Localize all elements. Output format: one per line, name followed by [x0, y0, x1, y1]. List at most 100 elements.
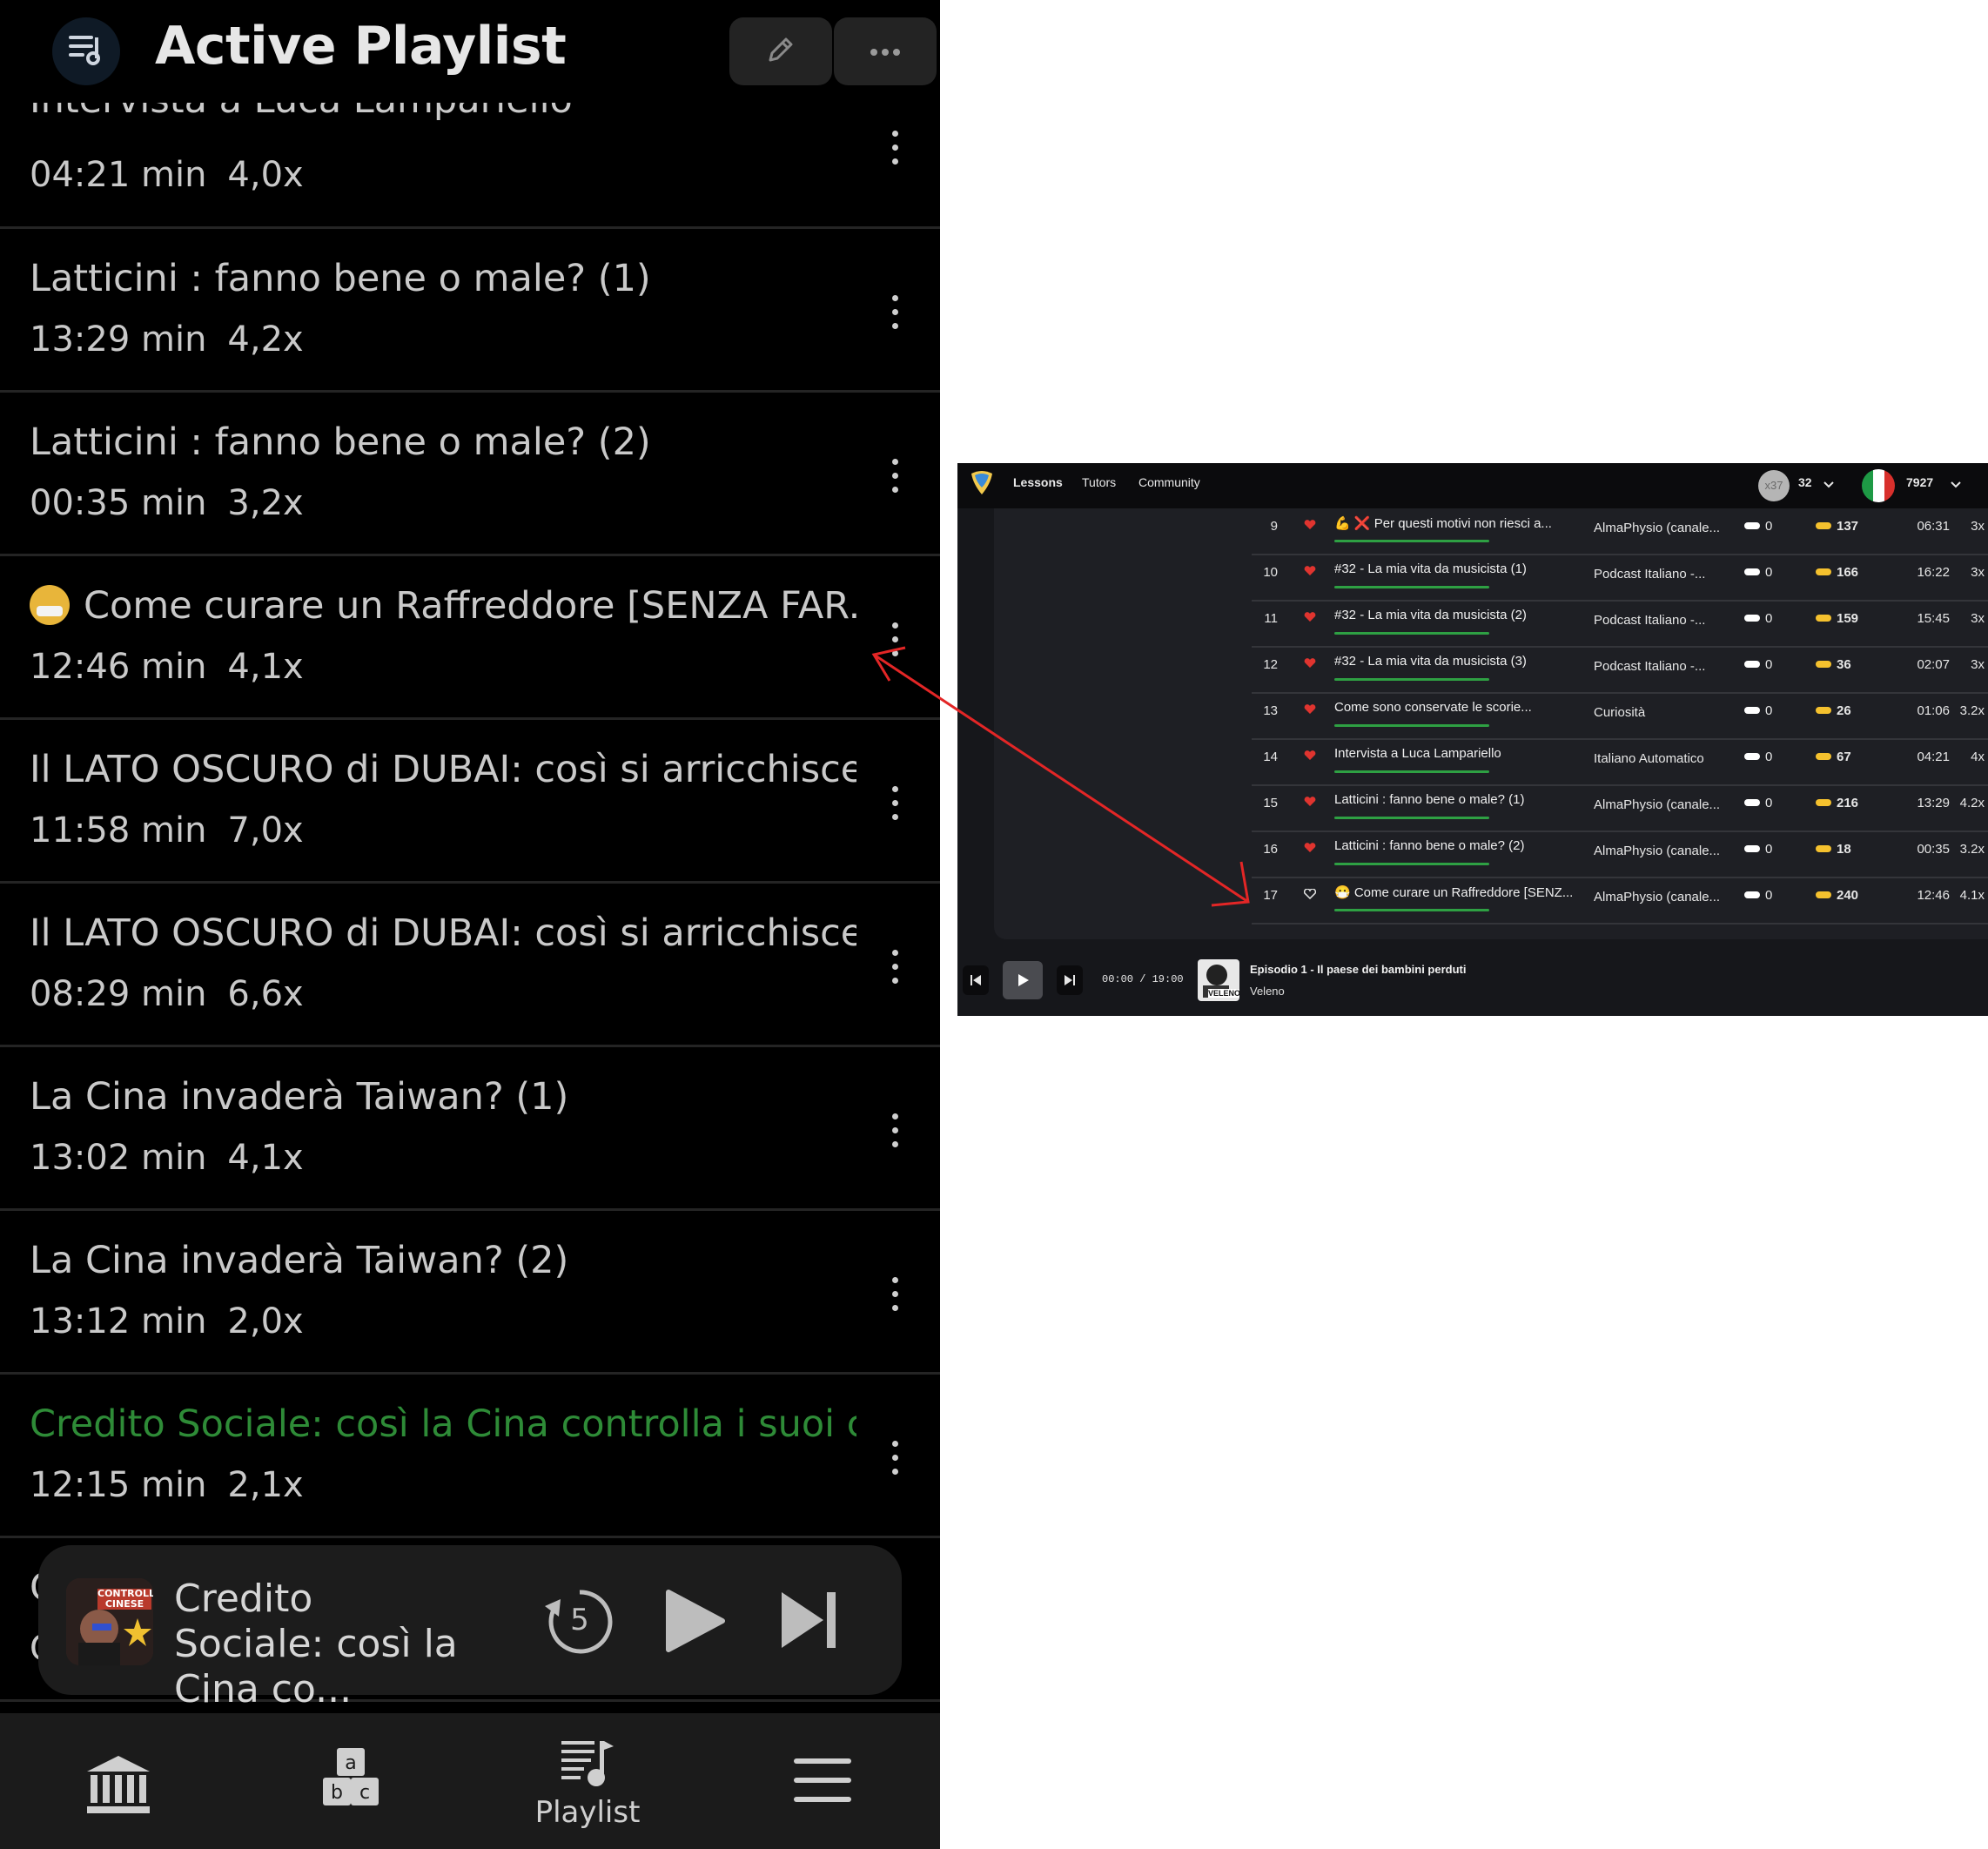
playlist-item[interactable]: Latticini : fanno bene o male? (2) 00:35…: [0, 393, 940, 556]
pill-icon: [1816, 845, 1831, 852]
thumb-label: CONTROLLO CINESE: [97, 1588, 153, 1610]
playlist-item-title: La Cina invaderà Taiwan? (2): [30, 1239, 569, 1282]
lesson-title[interactable]: Latticini : fanno bene o male? (1): [1334, 792, 1578, 807]
progress-underline: [1334, 909, 1489, 911]
pill-icon: [1816, 615, 1831, 622]
lesson-row[interactable]: 16 Latticini : fanno bene o male? (2) Alma…: [1252, 831, 1988, 878]
lesson-source[interactable]: AlmaPhysio (canale...: [1594, 797, 1731, 812]
nav-playlist[interactable]: Playlist: [500, 1713, 675, 1849]
nav-vocabulary[interactable]: a b c: [264, 1713, 438, 1849]
playlist-item[interactable]: Latticini : fanno bene o male? (1) 13:29…: [0, 229, 940, 393]
play-button[interactable]: [665, 1589, 726, 1657]
playlist-item[interactable]: La Cina invaderà Taiwan? (2) 13:12 min 2,…: [0, 1211, 940, 1375]
nav-library[interactable]: [31, 1713, 205, 1849]
lesson-title[interactable]: Latticini : fanno bene o male? (2): [1334, 838, 1578, 853]
lesson-duration: 00:35: [1917, 842, 1950, 857]
playlist-item-meta: 04:21 min 4,0x: [30, 155, 304, 195]
item-menu-icon[interactable]: [879, 1277, 910, 1321]
playlist-item[interactable]: La Cina invaderà Taiwan? (1) 13:02 min 4,…: [0, 1047, 940, 1211]
known-count: 0: [1744, 519, 1779, 534]
lesson-row[interactable]: 11 #32 - La mia vita da musicista (2) Podc…: [1252, 601, 1988, 648]
previous-button[interactable]: [963, 965, 989, 995]
heart-filled-icon[interactable]: [1304, 750, 1320, 764]
heart-filled-icon[interactable]: [1304, 703, 1320, 718]
lesson-row[interactable]: 14 Intervista a Luca Lampariello Italiano …: [1252, 739, 1988, 786]
player-thumbnail: CONTROLLO CINESE: [66, 1578, 153, 1665]
nav-lessons[interactable]: Lessons: [1013, 475, 1063, 489]
lesson-source[interactable]: Curiosità: [1594, 705, 1731, 720]
lingq-count: 18: [1816, 842, 1868, 857]
item-menu-icon[interactable]: [879, 459, 910, 502]
lesson-title[interactable]: 💪 ❌ Per questi motivi non riesci a...: [1334, 515, 1578, 531]
nav-community[interactable]: Community: [1138, 475, 1200, 489]
playback-time: 00:00 / 19:00: [1102, 973, 1184, 985]
progress-underline: [1334, 817, 1489, 819]
heart-filled-icon[interactable]: [1304, 611, 1320, 626]
lesson-row[interactable]: 13 Come sono conservate le scorie... Curio…: [1252, 693, 1988, 740]
edit-button[interactable]: [729, 17, 832, 85]
lingq-count: 26: [1816, 703, 1868, 718]
skip-next-icon: [780, 1592, 837, 1653]
heart-filled-icon[interactable]: [1304, 565, 1320, 580]
score[interactable]: 7927: [1906, 475, 1933, 489]
lesson-source[interactable]: AlmaPhysio (canale...: [1594, 521, 1731, 535]
item-menu-icon[interactable]: [879, 1441, 910, 1484]
lesson-title[interactable]: #32 - La mia vita da musicista (2): [1334, 608, 1578, 622]
nav-tutors[interactable]: Tutors: [1082, 475, 1116, 489]
playlist-item-active[interactable]: Credito Sociale: così la Cina controlla …: [0, 1375, 940, 1538]
item-menu-icon[interactable]: [879, 1113, 910, 1157]
lingq-count: 67: [1816, 750, 1868, 764]
lesson-row[interactable]: 9 💪 ❌ Per questi motivi non riesci a... Al…: [1252, 508, 1988, 555]
lesson-title[interactable]: #32 - La mia vita da musicista (1): [1334, 561, 1578, 576]
nav-playlist-label: Playlist: [534, 1795, 641, 1830]
page-title: Active Playlist: [155, 16, 567, 77]
progress-underline: [1334, 678, 1489, 681]
skip-next-button[interactable]: [780, 1590, 837, 1653]
heart-filled-icon[interactable]: [1304, 842, 1320, 857]
lesson-source[interactable]: Podcast Italiano -...: [1594, 659, 1731, 674]
lesson-row[interactable]: 10 #32 - La mia vita da musicista (1) Podc…: [1252, 555, 1988, 602]
playlist-item[interactable]: Il LATO OSCURO di DUBAI: così si arricch…: [0, 720, 940, 884]
lesson-source[interactable]: Podcast Italiano -...: [1594, 567, 1731, 582]
lesson-row[interactable]: 12 #32 - La mia vita da musicista (3) Podc…: [1252, 647, 1988, 694]
mini-player[interactable]: CONTROLLO CINESE Credito Sociale: così l…: [38, 1545, 902, 1711]
heart-filled-icon[interactable]: [1304, 657, 1320, 672]
heart-filled-icon[interactable]: [1304, 519, 1320, 534]
lesson-source[interactable]: Italiano Automatico: [1594, 751, 1731, 766]
heart-filled-icon[interactable]: [1304, 796, 1320, 810]
lesson-source[interactable]: AlmaPhysio (canale...: [1594, 890, 1731, 904]
playlist-item[interactable]: Intervista a Luca Lampariello 04:21 min4…: [0, 78, 940, 229]
pill-icon: [1816, 522, 1831, 529]
next-button[interactable]: [1057, 965, 1083, 995]
lesson-row[interactable]: 17 😷 Come curare un Raffreddore [SENZ... A…: [1252, 877, 1988, 924]
lesson-title[interactable]: #32 - La mia vita da musicista (3): [1334, 654, 1578, 669]
heart-outline-icon[interactable]: [1304, 888, 1320, 903]
streak-badge[interactable]: x37: [1758, 470, 1790, 501]
progress-underline: [1334, 586, 1489, 588]
row-number: 10: [1263, 565, 1278, 580]
play-button[interactable]: [1003, 961, 1043, 999]
lingq-count: 240: [1816, 888, 1868, 903]
episode-artist: Veleno: [1250, 985, 1285, 998]
playlist-item[interactable]: Il LATO OSCURO di DUBAI: così si arricch…: [0, 884, 940, 1047]
nav-menu[interactable]: [735, 1713, 910, 1849]
item-menu-icon[interactable]: [879, 295, 910, 339]
item-menu-icon[interactable]: [879, 622, 910, 666]
lesson-source[interactable]: AlmaPhysio (canale...: [1594, 844, 1731, 858]
lesson-title[interactable]: Intervista a Luca Lampariello: [1334, 746, 1578, 761]
item-menu-icon[interactable]: [879, 131, 910, 174]
playlist-avatar[interactable]: [52, 17, 120, 85]
lesson-duration: 01:06: [1917, 703, 1950, 718]
streak-count[interactable]: 32: [1798, 475, 1812, 489]
playlist-item-meta: 12:46 min 4,1x: [30, 647, 304, 687]
item-menu-icon[interactable]: [879, 786, 910, 830]
more-options-button[interactable]: [834, 17, 937, 85]
pill-icon: [1816, 891, 1831, 898]
lesson-source[interactable]: Podcast Italiano -...: [1594, 613, 1731, 628]
playlist-item[interactable]: Come curare un Raffreddore [SENZA FAR...…: [0, 556, 940, 720]
item-menu-icon[interactable]: [879, 950, 910, 993]
lesson-title[interactable]: 😷 Come curare un Raffreddore [SENZ...: [1334, 884, 1578, 900]
lesson-title[interactable]: Come sono conservate le scorie...: [1334, 700, 1578, 715]
lesson-row[interactable]: 15 Latticini : fanno bene o male? (1) Alma…: [1252, 785, 1988, 832]
replay-5-button[interactable]: 5: [543, 1585, 616, 1658]
